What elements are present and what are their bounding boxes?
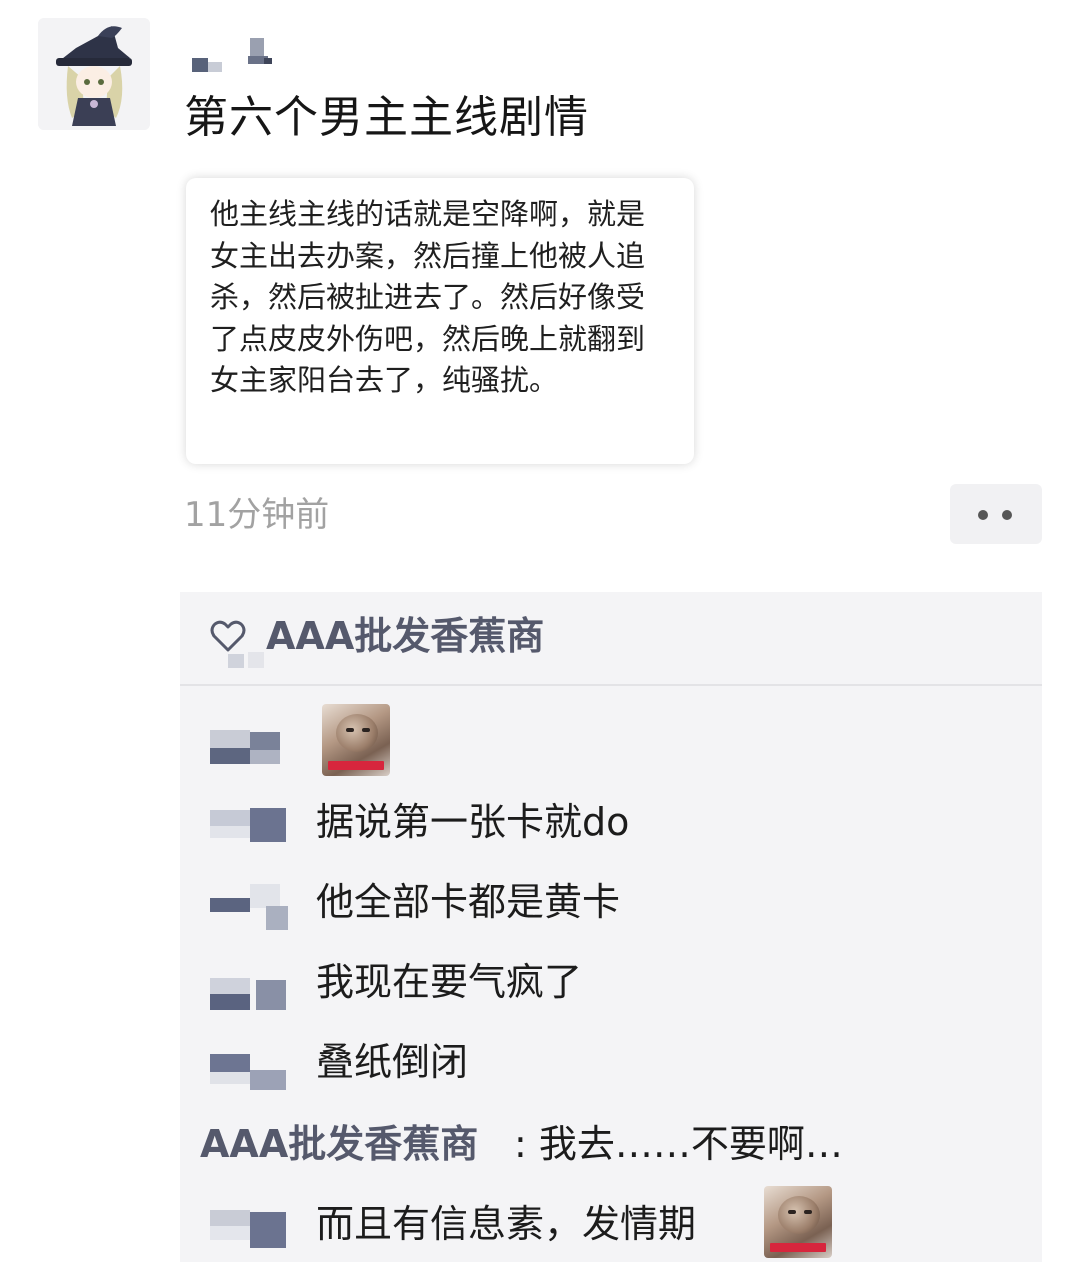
commenter-mosaic[interactable] [210,970,290,1016]
commenter-mosaic[interactable] [210,804,290,844]
quoted-text: 他主线主线的话就是空降啊，就是女主出去办案，然后撞上他被人追杀，然后被扯进去了。… [210,197,646,397]
post-timestamp: 11分钟前 [184,495,330,535]
quoted-text-card[interactable]: 他主线主线的话就是空降啊，就是女主出去办案，然后撞上他被人追杀，然后被扯进去了。… [186,178,694,464]
cat-eye [788,1210,796,1214]
avatar[interactable] [38,18,150,130]
cat-face [336,714,378,752]
comment-panel: AAA批发香蕉商 据说第一张卡就do 他全部卡都是黄卡 我现在要气疯了 叠纸倒闭… [180,592,1042,1262]
cat-eye [346,728,354,732]
commenter-mosaic[interactable] [210,728,290,768]
comment-text: 叠纸倒闭 [316,1040,469,1084]
cat-sticker[interactable] [322,704,390,776]
liker-name[interactable]: AAA批发香蕉商 [266,610,544,662]
comment-text: 据说第一张卡就do [316,800,630,844]
post-title: 第六个男主主线剧情 [184,92,589,143]
likes-row: AAA批发香蕉商 [180,592,1042,684]
sticker-caption [328,761,384,770]
divider [180,684,1042,686]
cat-eye [362,728,370,732]
commenter-mosaic[interactable] [210,1050,290,1096]
username-mosaic [192,36,282,76]
comment-text: 他全部卡都是黄卡 [316,880,621,924]
comment-text: : 我去……不要啊… [514,1122,843,1166]
more-button[interactable] [950,484,1042,544]
cat-eye [804,1210,812,1214]
more-icon-dot [978,510,988,520]
cat-face [778,1196,820,1234]
commenter-mosaic[interactable] [210,884,290,934]
commenter-mosaic[interactable] [210,1208,290,1252]
comment-text: 而且有信息素，发情期 [316,1202,697,1246]
comment-text: 我现在要气疯了 [316,960,583,1004]
cat-sticker[interactable] [764,1186,832,1258]
commenter-name[interactable]: AAA批发香蕉商 [200,1118,478,1170]
more-icon-dot [1002,510,1012,520]
liker-mosaic [228,650,268,672]
